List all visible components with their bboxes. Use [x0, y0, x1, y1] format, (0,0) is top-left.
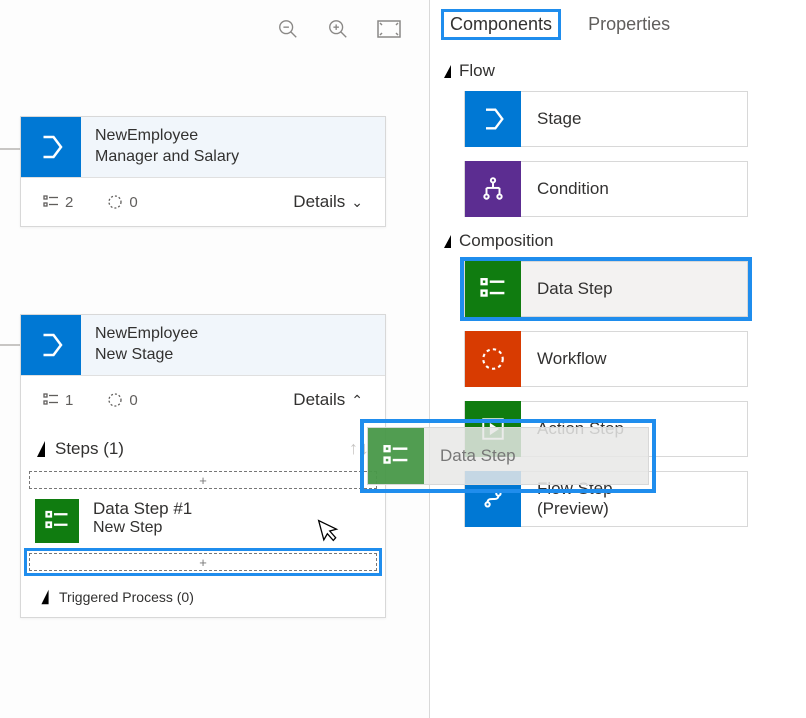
component-flow-step[interactable]: Flow Step (Preview): [464, 471, 748, 527]
steps-count-value: 1: [65, 392, 73, 409]
details-toggle[interactable]: Details ⌃: [293, 390, 363, 410]
component-label: Action Step: [521, 419, 624, 439]
panel-tabs: Components Properties: [444, 10, 792, 47]
group-header-composition[interactable]: Composition: [444, 231, 792, 251]
stage-card-new-stage[interactable]: NewEmployee New Stage 1 0 Details ⌃: [20, 314, 386, 618]
stage-icon: [465, 91, 521, 147]
triggers-count: 0: [107, 392, 137, 409]
stage-icon: [21, 117, 81, 177]
stage-name: New Stage: [95, 345, 198, 366]
details-toggle[interactable]: Details ⌄: [293, 192, 363, 212]
data-step-icon: [465, 261, 521, 317]
collapse-icon: [444, 235, 451, 248]
stage-stats-row: 2 0 Details ⌄: [21, 178, 385, 226]
steps-count-value: 2: [65, 194, 73, 211]
details-label: Details: [293, 192, 345, 212]
chevron-down-icon: ⌄: [351, 194, 363, 211]
workflow-icon: [465, 331, 521, 387]
connector-stub: [0, 344, 20, 346]
step-item-data-step-1[interactable]: Data Step #1 New Step: [29, 499, 377, 551]
canvas-toolbar: [277, 18, 401, 40]
dropzone-plus: +: [199, 473, 207, 488]
triggers-count-value: 0: [129, 194, 137, 211]
triggered-process-label: Triggered Process (0): [59, 589, 194, 605]
component-label: Stage: [521, 109, 581, 129]
tab-properties[interactable]: Properties: [582, 12, 676, 37]
steps-section: Steps (1) ↑↓ + Data Step #1 New Step: [21, 424, 385, 617]
component-condition[interactable]: Condition: [464, 161, 748, 217]
group-header-flow[interactable]: Flow: [444, 61, 792, 81]
component-workflow[interactable]: Workflow: [464, 331, 748, 387]
dropzone-plus: +: [199, 555, 207, 570]
group-label: Flow: [459, 61, 495, 81]
stage-entity: NewEmployee: [95, 126, 239, 147]
triggers-count-value: 0: [129, 392, 137, 409]
design-canvas[interactable]: NewEmployee Manager and Salary 2 0 Detai…: [0, 0, 430, 718]
fit-screen-icon[interactable]: [377, 20, 401, 38]
flow-step-icon: [465, 471, 521, 527]
steps-header-label: Steps (1): [55, 439, 124, 459]
component-action-step[interactable]: Action Step: [464, 401, 748, 457]
stage-card-manager-salary[interactable]: NewEmployee Manager and Salary 2 0 Detai…: [20, 116, 386, 227]
stage-icon: [21, 315, 81, 375]
collapse-icon: [444, 65, 451, 78]
action-step-icon: [465, 401, 521, 457]
stage-stats-row: 1 0 Details ⌃: [21, 376, 385, 424]
triggers-count: 0: [107, 194, 137, 211]
steps-header[interactable]: Steps (1) ↑↓: [29, 432, 377, 469]
component-label: Flow Step (Preview): [521, 479, 613, 519]
condition-icon: [465, 161, 521, 217]
group-label: Composition: [459, 231, 554, 251]
component-data-step[interactable]: Data Step: [464, 261, 748, 317]
component-label: Data Step: [521, 279, 613, 299]
step-subtitle: New Step: [93, 519, 192, 537]
triggered-process-header[interactable]: Triggered Process (0): [29, 581, 377, 605]
zoom-in-icon[interactable]: [327, 18, 349, 40]
reorder-arrows-icon[interactable]: ↑↓: [349, 438, 371, 459]
stage-name: Manager and Salary: [95, 147, 239, 168]
stage-entity: NewEmployee: [95, 324, 198, 345]
steps-count: 2: [43, 194, 73, 211]
dropzone-before[interactable]: +: [29, 471, 377, 489]
details-label: Details: [293, 390, 345, 410]
connector-stub: [0, 148, 20, 150]
zoom-out-icon[interactable]: [277, 18, 299, 40]
data-step-icon: [35, 499, 79, 543]
stage-header[interactable]: NewEmployee Manager and Salary: [21, 117, 385, 178]
components-panel: Components Properties Flow Stage Conditi…: [430, 0, 806, 718]
collapse-icon: [37, 441, 45, 457]
component-stage[interactable]: Stage: [464, 91, 748, 147]
stage-header[interactable]: NewEmployee New Stage: [21, 315, 385, 376]
dropzone-after[interactable]: +: [29, 553, 377, 571]
component-label: Condition: [521, 179, 609, 199]
tab-components[interactable]: Components: [444, 12, 558, 37]
step-title: Data Step #1: [93, 499, 192, 519]
component-label: Workflow: [521, 349, 607, 369]
chevron-up-icon: ⌃: [351, 392, 363, 409]
steps-count: 1: [43, 392, 73, 409]
fade-mask: [20, 640, 386, 670]
collapse-icon: [41, 590, 48, 604]
